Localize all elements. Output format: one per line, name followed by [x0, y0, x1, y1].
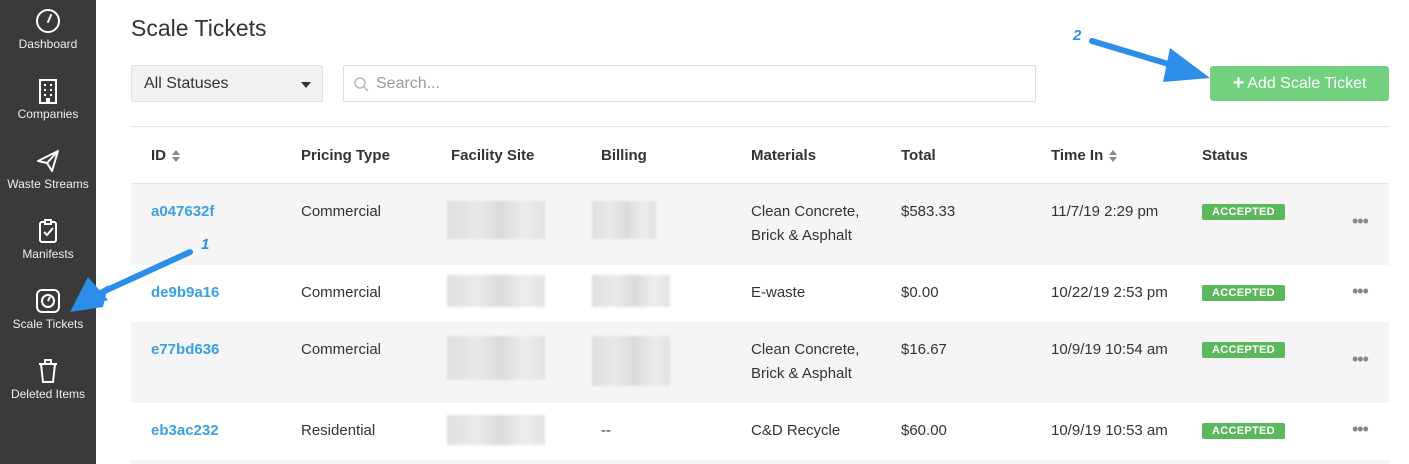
annotation-step-2-label: 2 [1073, 27, 1082, 44]
annotation-arrows [70, 38, 1210, 312]
annotation-arrow-2 [1089, 38, 1210, 82]
annotation-step-1-label: 1 [201, 236, 210, 253]
annotation-arrow-1 [70, 249, 193, 312]
